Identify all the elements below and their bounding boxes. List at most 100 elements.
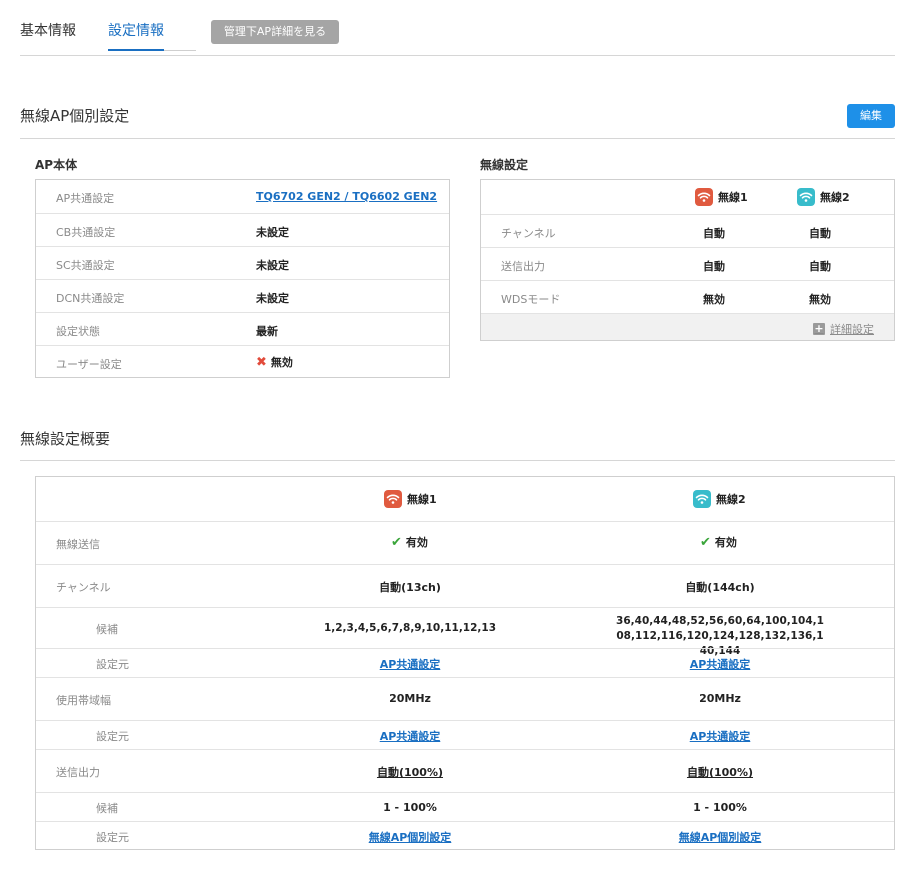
power-mode-1: 自動 xyxy=(376,766,399,779)
radio1-label: 無線1 xyxy=(718,191,748,204)
table-row: 使用帯域幅 20MHz 20MHz xyxy=(36,677,894,720)
tx-value-1: 有効 xyxy=(405,536,428,549)
section-divider xyxy=(20,460,895,461)
row-label: 設定元 xyxy=(96,831,129,844)
table-row: AP共通設定 TQ6702 GEN2 / TQ6602 GEN2 xyxy=(36,180,449,213)
row-value: 未設定 xyxy=(256,226,289,239)
ap-individual-setting-link[interactable]: 無線AP個別設定 xyxy=(580,829,860,845)
row-value: 20MHz xyxy=(699,692,741,705)
table-header-row: 無線1 無線2 xyxy=(481,180,894,214)
row-label: ユーザー設定 xyxy=(56,358,122,371)
wifi-icon xyxy=(384,490,402,508)
row-label: AP共通設定 xyxy=(56,192,115,205)
table-row: WDSモード 無効 無効 xyxy=(481,280,894,313)
disabled-x-icon: ✖ xyxy=(256,355,267,370)
row-label: 設定状態 xyxy=(56,325,100,338)
edit-button[interactable]: 編集 xyxy=(847,104,895,128)
row-label: CB共通設定 xyxy=(56,226,116,239)
section-divider xyxy=(20,138,895,139)
table-row: 送信出力 自動 自動 xyxy=(481,247,894,280)
row-label: 送信出力 xyxy=(501,260,545,273)
power-mode-2: 自動 xyxy=(686,766,709,779)
view-managed-ap-details-button[interactable]: 管理下AP詳細を見る xyxy=(211,20,339,44)
table-row: 無線送信 ✔ 有効 ✔ 有効 xyxy=(36,521,894,564)
wireless-settings-table: 無線1 無線2 チャンネル 自動 自動 送信出力 自動 自動 WDSモード 無効… xyxy=(480,179,895,341)
ap-common-setting-link[interactable]: AP共通設定 xyxy=(580,728,860,744)
user-setting-value: 無効 xyxy=(270,356,293,369)
tab-divider xyxy=(164,50,196,51)
tx-value-2: 有効 xyxy=(714,536,737,549)
row-value: 無効 xyxy=(703,293,725,306)
row-value: 自動(13ch) xyxy=(379,581,441,594)
table-row: チャンネル 自動 自動 xyxy=(481,214,894,247)
row-value: 自動 xyxy=(809,260,831,273)
wifi-icon xyxy=(695,188,713,206)
active-tab-indicator xyxy=(108,49,164,51)
row-label: 設定元 xyxy=(96,730,129,743)
row-label: SC共通設定 xyxy=(56,259,115,272)
table-row: ユーザー設定 ✖ 無効 xyxy=(36,345,449,378)
ap-body-title: AP本体 xyxy=(35,158,78,172)
row-label: チャンネル xyxy=(501,227,556,240)
radio2-header: 無線2 xyxy=(693,490,746,508)
tab-bar: 基本情報 設定情報 管理下AP詳細を見る xyxy=(20,0,895,56)
ap-common-setting-link[interactable]: TQ6702 GEN2 / TQ6602 GEN2 xyxy=(256,190,437,203)
table-row: 候補 1 - 100% 1 - 100% xyxy=(36,792,894,821)
row-label: DCN共通設定 xyxy=(56,292,125,305)
row-value: 自動 xyxy=(703,227,725,240)
row-value: 20MHz xyxy=(389,692,431,705)
section-title-overview: 無線設定概要 xyxy=(20,430,111,448)
table-row: 設定元 AP共通設定 AP共通設定 xyxy=(36,720,894,749)
radio2-label: 無線2 xyxy=(820,191,850,204)
tab-settings-info[interactable]: 設定情報 xyxy=(108,20,164,40)
table-row: 送信出力 自動(100%) 自動(100%) xyxy=(36,749,894,792)
row-label: 候補 xyxy=(96,802,118,815)
row-value: ✖ 無効 xyxy=(256,354,293,370)
detail-settings-link[interactable]: + 詳細設定 xyxy=(813,321,874,337)
radio1-label: 無線1 xyxy=(407,493,437,506)
table-row: 設定元 AP共通設定 AP共通設定 xyxy=(36,648,894,677)
row-label: 使用帯域幅 xyxy=(56,694,111,707)
row-label: WDSモード xyxy=(501,293,561,306)
table-header-row: 無線1 無線2 xyxy=(36,477,894,521)
row-label: 設定元 xyxy=(96,658,129,671)
radio2-label: 無線2 xyxy=(716,493,746,506)
wifi-icon xyxy=(693,490,711,508)
row-value: 最新 xyxy=(256,325,278,338)
radio1-header: 無線1 xyxy=(695,188,748,206)
table-row: 設定状態 最新 xyxy=(36,312,449,345)
table-row: チャンネル 自動(13ch) 自動(144ch) xyxy=(36,564,894,607)
row-value: 自動(144ch) xyxy=(685,581,755,594)
check-icon: ✔ xyxy=(700,535,711,550)
row-label: 候補 xyxy=(96,623,118,636)
ap-common-setting-link[interactable]: AP共通設定 xyxy=(270,656,550,672)
row-value: 1 - 100% xyxy=(383,801,437,814)
power-percent-2: (100%) xyxy=(708,766,754,779)
tab-basic-info[interactable]: 基本情報 xyxy=(20,20,76,40)
row-value: 未設定 xyxy=(256,259,289,272)
check-icon: ✔ xyxy=(391,535,402,550)
ap-common-setting-link[interactable]: AP共通設定 xyxy=(270,728,550,744)
table-row: 設定元 無線AP個別設定 無線AP個別設定 xyxy=(36,821,894,850)
row-value: 自動 xyxy=(703,260,725,273)
table-footer: + 詳細設定 xyxy=(481,313,894,340)
row-value: 1 - 100% xyxy=(693,801,747,814)
row-label: チャンネル xyxy=(56,581,111,594)
row-value: 無効 xyxy=(809,293,831,306)
row-label: 無線送信 xyxy=(56,538,100,551)
row-value: 未設定 xyxy=(256,292,289,305)
row-label: 送信出力 xyxy=(56,766,100,779)
table-row: 候補 1,2,3,4,5,6,7,8,9,10,11,12,13 36,40,4… xyxy=(36,607,894,657)
radio2-header: 無線2 xyxy=(797,188,850,206)
row-value: 1,2,3,4,5,6,7,8,9,10,11,12,13 xyxy=(323,622,497,634)
row-value: 自動(100%) xyxy=(270,764,550,780)
section-title-individual: 無線AP個別設定 xyxy=(20,107,130,125)
row-value: ✔ 有効 xyxy=(391,534,428,550)
detail-settings-label: 詳細設定 xyxy=(830,323,874,336)
ap-common-setting-link[interactable]: AP共通設定 xyxy=(580,656,860,672)
overview-table: 無線1 無線2 無線送信 ✔ 有効 ✔ 有効 チャンネル 自動(13ch) 自動(1… xyxy=(35,476,895,850)
ap-individual-setting-link[interactable]: 無線AP個別設定 xyxy=(270,829,550,845)
row-value: ✔ 有効 xyxy=(700,534,737,550)
row-value: 自動(100%) xyxy=(580,764,860,780)
plus-icon: + xyxy=(813,322,825,335)
